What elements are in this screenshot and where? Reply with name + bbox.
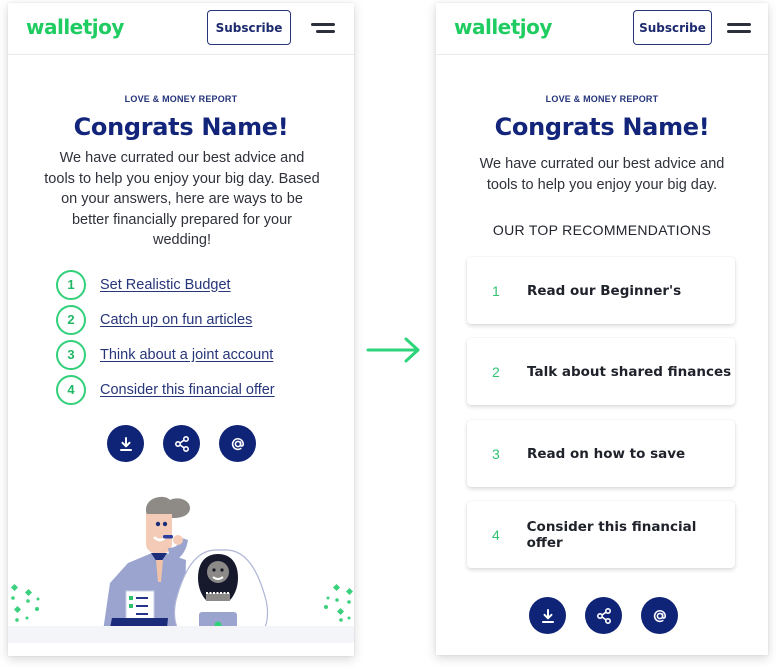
site-header: walletjoy Subscribe (8, 3, 354, 55)
sparkle-decoration (10, 583, 40, 630)
action-buttons (107, 425, 256, 462)
subscribe-button[interactable]: Subscribe (207, 10, 291, 45)
walletjoy-logo[interactable]: walletjoy (454, 15, 552, 39)
email-icon (231, 437, 244, 450)
recommendation-card[interactable]: 2 Talk about shared finances (467, 338, 735, 405)
recommendation-card[interactable]: 1 Read our Beginner's (467, 257, 735, 324)
card-number: 4 (492, 526, 500, 543)
recommendation-link[interactable]: Set Realistic Budget (100, 277, 231, 293)
site-header: walletjoy Subscribe (436, 3, 768, 55)
email-button[interactable] (219, 425, 256, 462)
recommendation-link[interactable]: Think about a joint account (100, 347, 273, 363)
list-item: 1 Set Realistic Budget (56, 267, 346, 302)
report-kicker: LOVE & MONEY REPORT (124, 94, 238, 104)
card-label: Read our Beginner's (527, 282, 682, 299)
section-title: OUR TOP RECOMMENDATIONS (492, 222, 712, 238)
wedding-couple-illustration (8, 496, 354, 643)
recommendation-link[interactable]: Catch up on fun articles (100, 312, 252, 328)
download-button[interactable] (107, 425, 144, 462)
sparkle-decoration (324, 583, 354, 630)
number-badge: 3 (56, 339, 86, 370)
walletjoy-logo[interactable]: walletjoy (26, 15, 124, 39)
share-button[interactable] (585, 597, 622, 634)
arrow-right-icon (366, 337, 420, 363)
list-item: 4 Consider this financial offer (56, 372, 346, 407)
action-buttons (529, 597, 678, 634)
card-number: 3 (492, 445, 500, 462)
email-button[interactable] (641, 597, 678, 634)
number-badge: 2 (56, 304, 86, 335)
email-icon (653, 609, 666, 622)
recommendation-card[interactable]: 4 Consider this financial offer (467, 501, 735, 568)
number-badge: 4 (56, 374, 86, 405)
share-button[interactable] (163, 425, 200, 462)
intro-text: We have currated our best advice and too… (44, 150, 320, 248)
number-badge: 1 (56, 269, 86, 300)
after-screen: walletjoy Subscribe LOVE & MONEY REPORT … (436, 3, 768, 655)
share-icon (596, 607, 611, 624)
card-label: Consider this financial offer (526, 518, 697, 551)
subscribe-button[interactable]: Subscribe (633, 10, 712, 45)
report-kicker: LOVE & MONEY REPORT (545, 94, 659, 104)
page-title: Congrats Name! (73, 113, 289, 141)
before-screen: walletjoy Subscribe LOVE & MONEY REPORT … (8, 3, 354, 656)
recommendation-list: 1 Set Realistic Budget 2 Catch up on fun… (56, 267, 346, 407)
share-icon (174, 435, 189, 452)
hamburger-icon[interactable] (311, 20, 335, 36)
download-button[interactable] (529, 597, 566, 634)
recommendation-card[interactable]: 3 Read on how to save (467, 420, 735, 487)
list-item: 3 Think about a joint account (56, 337, 346, 372)
card-label: Read on how to save (527, 445, 686, 462)
intro-text: We have currated our best advice and too… (479, 156, 725, 193)
list-item: 2 Catch up on fun articles (56, 302, 346, 337)
card-label: Talk about shared finances (527, 363, 732, 380)
download-icon (541, 608, 554, 623)
page-title: Congrats Name! (494, 113, 710, 141)
recommendation-link[interactable]: Consider this financial offer (100, 382, 275, 398)
card-number: 1 (492, 282, 500, 299)
hamburger-icon[interactable] (727, 20, 751, 36)
download-icon (119, 436, 132, 451)
card-number: 2 (492, 363, 500, 380)
